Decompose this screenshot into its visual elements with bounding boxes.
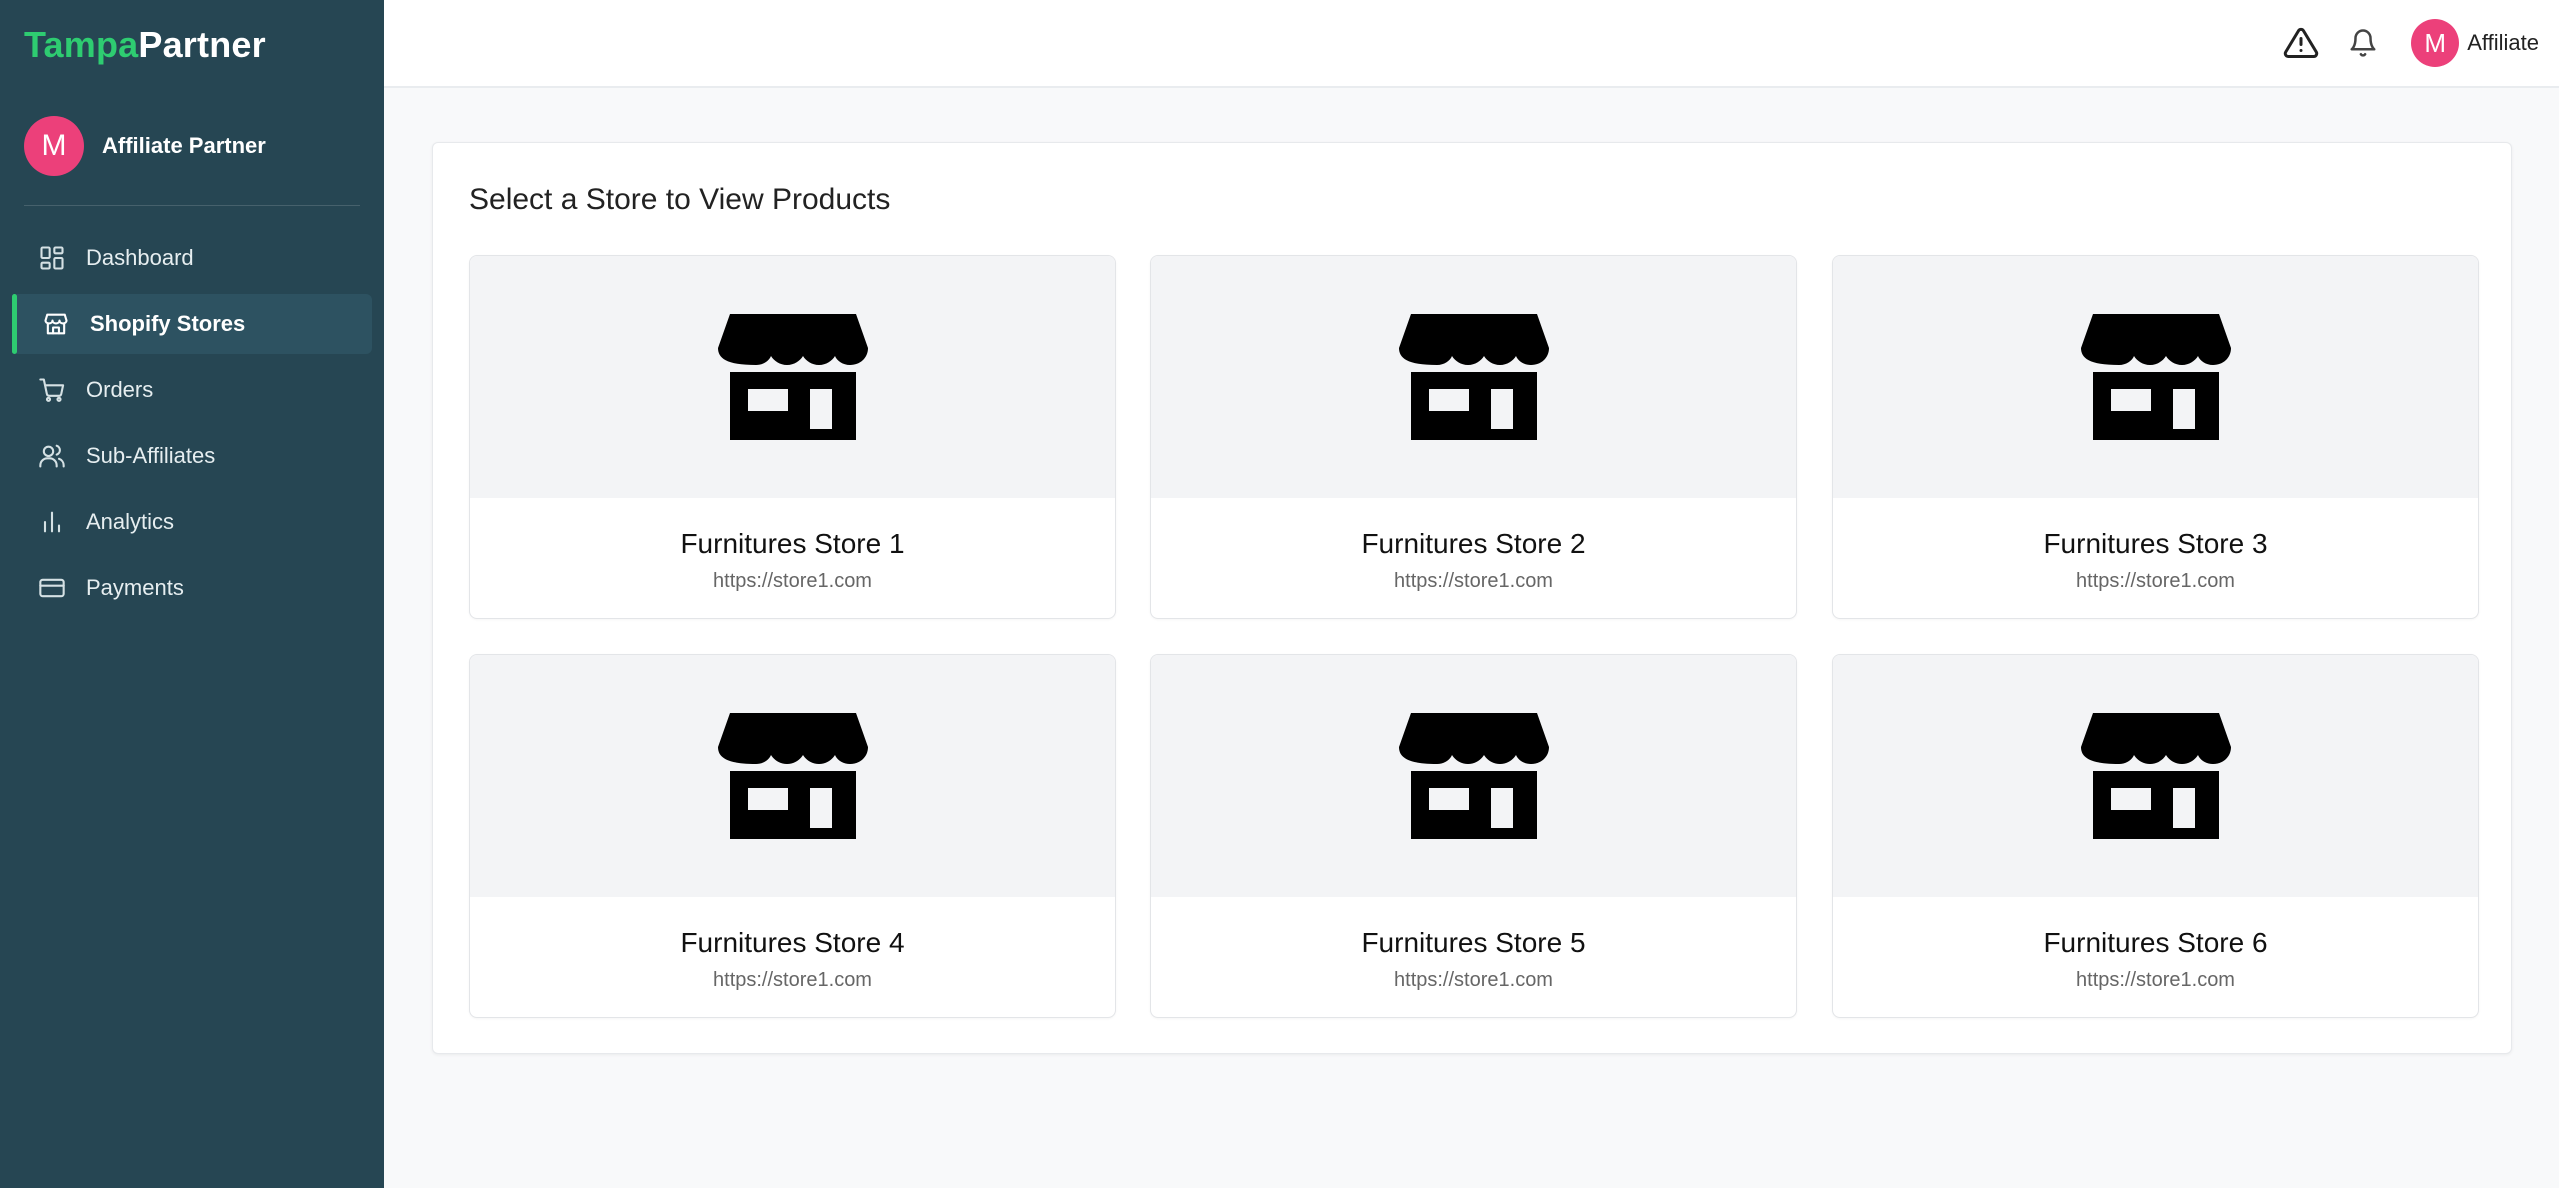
- sidebar-item-label: Sub-Affiliates: [86, 443, 216, 468]
- brand-part-1: Tampa: [24, 24, 139, 65]
- store-card[interactable]: Furnitures Store 4 https://store1.com: [469, 654, 1116, 1018]
- user-menu-label[interactable]: Affiliate: [2467, 30, 2539, 56]
- store-image: [1151, 655, 1796, 897]
- store-image: [1833, 256, 2478, 498]
- cart-icon: [38, 376, 66, 404]
- page-title: Select a Store to View Products: [469, 183, 891, 216]
- sidebar-item-label: Orders: [86, 377, 154, 402]
- store-card[interactable]: Furnitures Store 6 https://store1.com: [1832, 654, 2479, 1018]
- user-avatar[interactable]: M: [2411, 19, 2460, 67]
- sidebar-item-label: Dashboard: [86, 245, 194, 270]
- warning-icon[interactable]: [2281, 23, 2321, 63]
- credit-card-icon: [38, 574, 66, 602]
- store-name: Furnitures Store 5: [1361, 927, 1586, 958]
- sidebar-item-dashboard[interactable]: Dashboard: [12, 228, 372, 288]
- sidebar-profile: M Affiliate Partner: [24, 116, 266, 176]
- bar-chart-icon: [38, 508, 66, 536]
- storefront-icon: [1398, 314, 1549, 440]
- store-name: Furnitures Store 2: [1361, 528, 1586, 559]
- grid-icon: [38, 244, 66, 272]
- store-url: https://store1.com: [1394, 969, 1553, 991]
- sidebar-item-orders[interactable]: Orders: [12, 360, 372, 420]
- store-name: Furnitures Store 6: [2043, 927, 2268, 958]
- store-selection-panel: Select a Store to View Products Furnitur…: [432, 142, 2512, 1054]
- sidebar: TampaPartner M Affiliate Partner Dashboa…: [0, 0, 384, 1188]
- sidebar-item-analytics[interactable]: Analytics: [12, 492, 372, 552]
- sidebar-item-shopify-stores[interactable]: Shopify Stores: [12, 294, 372, 354]
- store-card[interactable]: Furnitures Store 2 https://store1.com: [1150, 255, 1797, 619]
- storefront-icon: [717, 713, 868, 839]
- store-image: [1151, 256, 1796, 498]
- store-url: https://store1.com: [2076, 570, 2235, 592]
- store-card[interactable]: Furnitures Store 1 https://store1.com: [469, 255, 1116, 619]
- store-card[interactable]: Furnitures Store 3 https://store1.com: [1832, 255, 2479, 619]
- top-header: M Affiliate: [384, 0, 2559, 88]
- store-image: [470, 256, 1115, 498]
- header-actions: M Affiliate: [2281, 18, 2539, 68]
- users-icon: [38, 442, 66, 470]
- sidebar-item-payments[interactable]: Payments: [12, 558, 372, 618]
- bell-icon[interactable]: [2343, 23, 2383, 63]
- store-url: https://store1.com: [713, 969, 872, 991]
- store-url: https://store1.com: [1394, 570, 1553, 592]
- store-icon: [42, 310, 70, 338]
- store-name: Furnitures Store 1: [680, 528, 905, 559]
- sidebar-item-label: Analytics: [86, 509, 175, 534]
- sidebar-nav: Dashboard Shopify Stores Orders Sub-Affi…: [12, 228, 372, 624]
- store-url: https://store1.com: [2076, 969, 2235, 991]
- store-name: Furnitures Store 4: [680, 927, 905, 958]
- storefront-icon: [2080, 314, 2231, 440]
- sidebar-item-label: Payments: [86, 575, 184, 600]
- store-card[interactable]: Furnitures Store 5 https://store1.com: [1150, 654, 1797, 1018]
- brand-logo[interactable]: TampaPartner: [24, 24, 266, 66]
- store-image: [1833, 655, 2478, 897]
- store-url: https://store1.com: [713, 570, 872, 592]
- storefront-icon: [1398, 713, 1549, 839]
- brand-part-2: Partner: [138, 24, 266, 65]
- sidebar-item-sub-affiliates[interactable]: Sub-Affiliates: [12, 426, 372, 486]
- sidebar-divider: [24, 205, 360, 206]
- avatar[interactable]: M: [24, 116, 84, 176]
- store-image: [470, 655, 1115, 897]
- storefront-icon: [717, 314, 868, 440]
- store-name: Furnitures Store 3: [2043, 528, 2268, 559]
- profile-name: Affiliate Partner: [102, 133, 266, 158]
- sidebar-item-label: Shopify Stores: [90, 311, 246, 336]
- storefront-icon: [2080, 713, 2231, 839]
